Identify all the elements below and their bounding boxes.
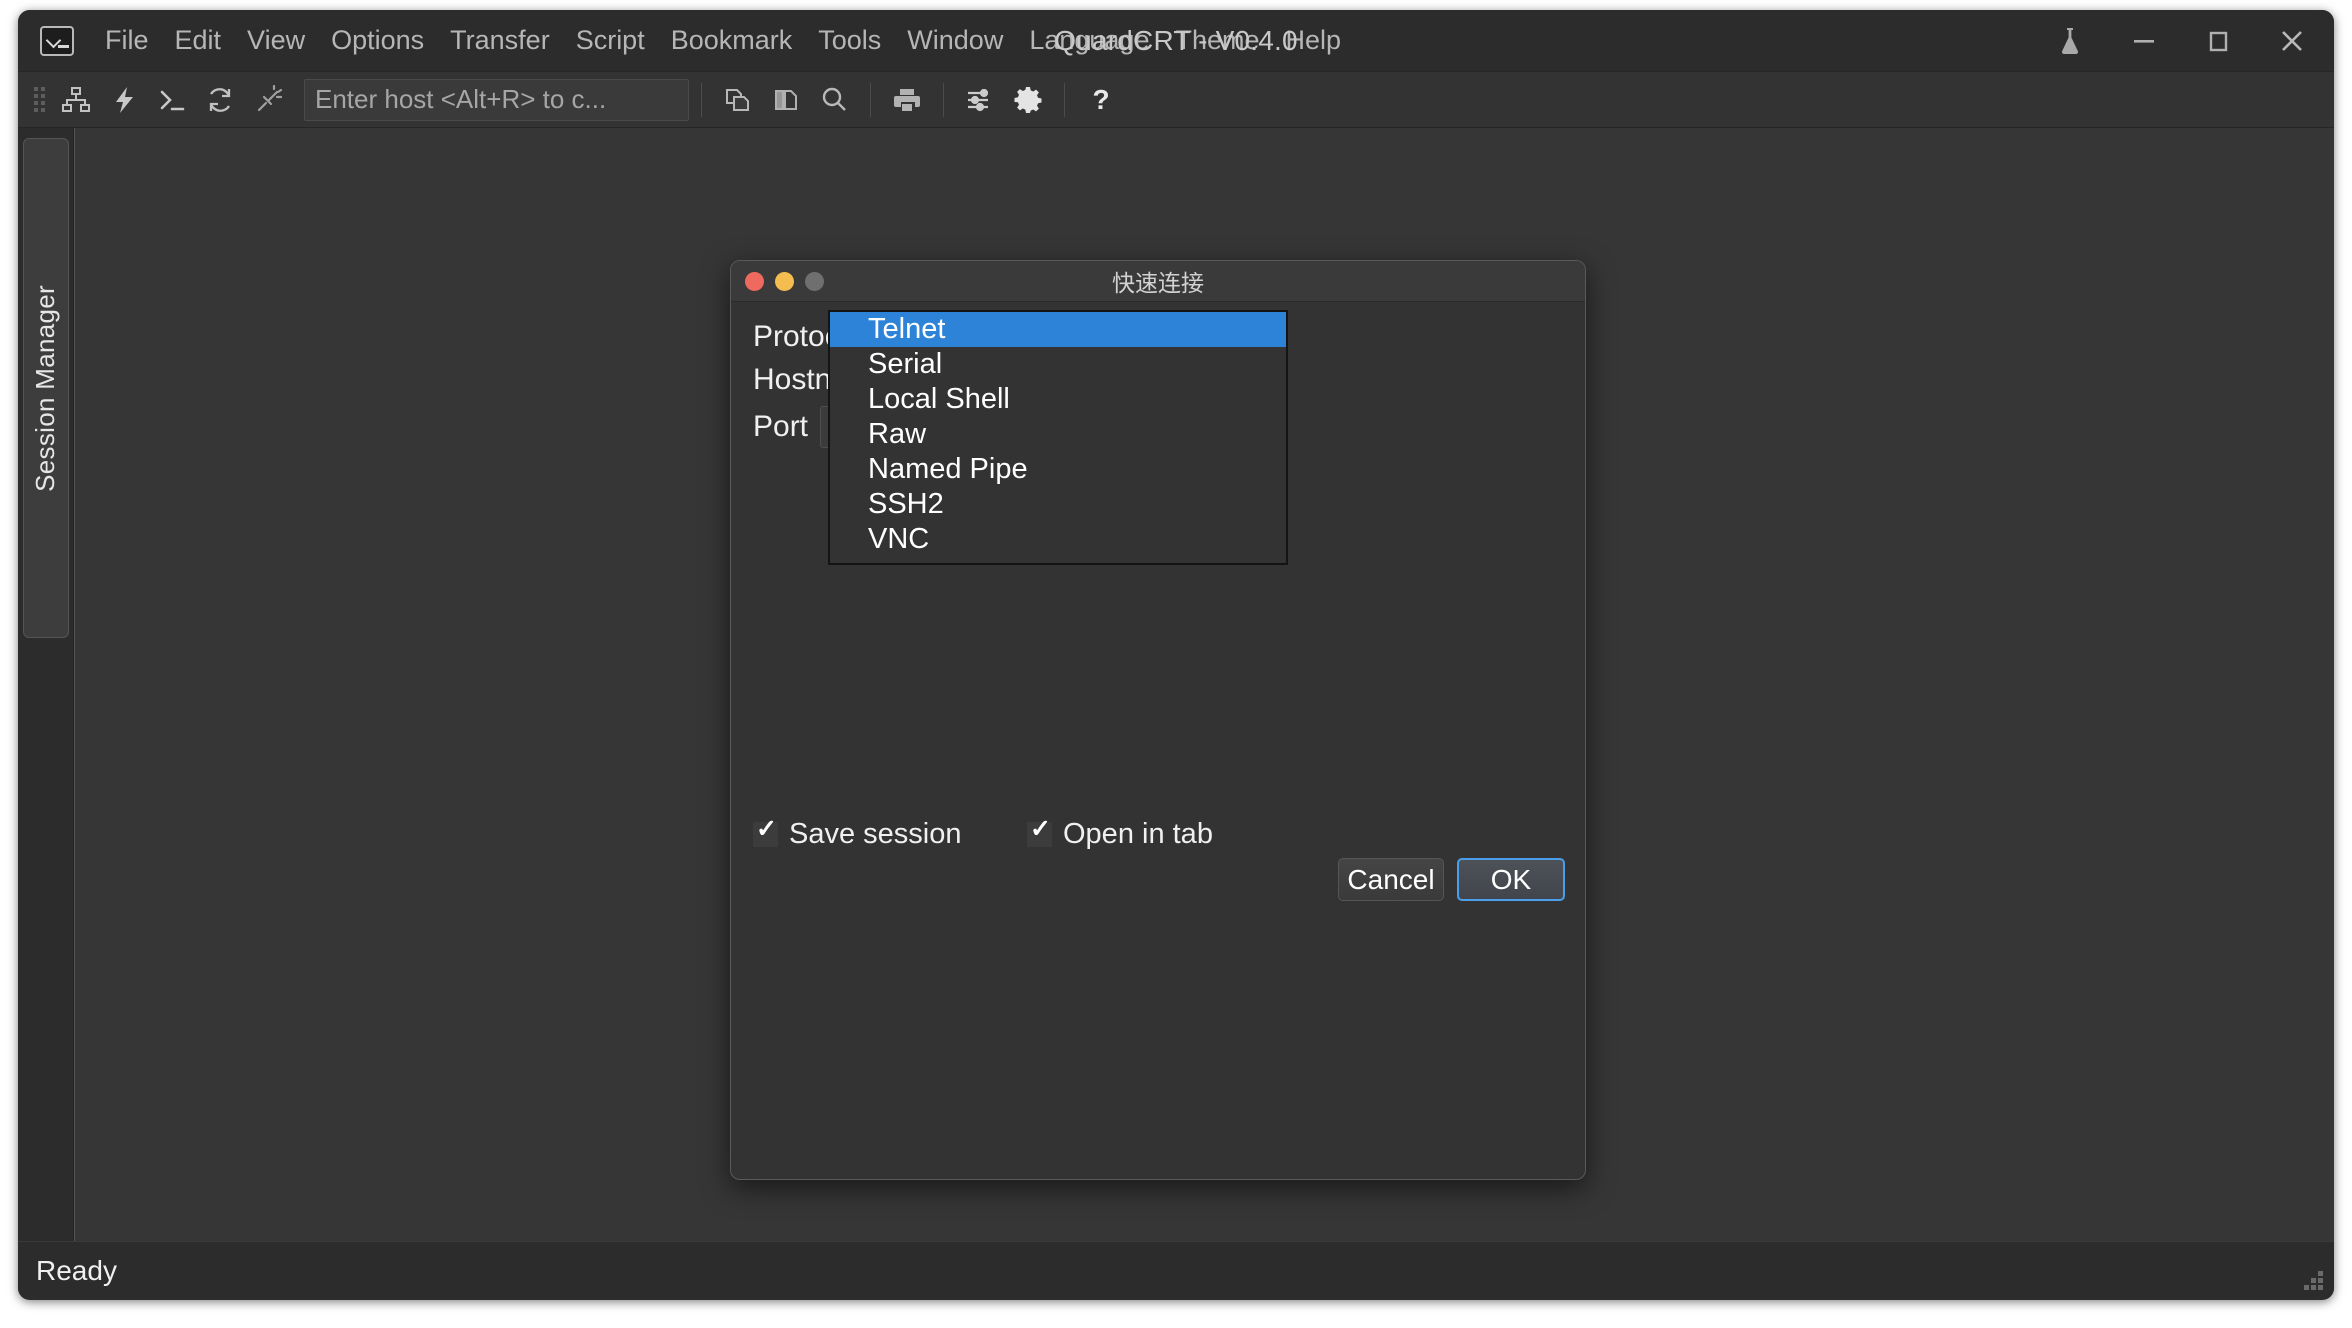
- settings-sliders-icon[interactable]: [958, 78, 1002, 122]
- gear-icon[interactable]: [1006, 78, 1050, 122]
- checkmark-icon[interactable]: [1027, 822, 1052, 847]
- status-bar: Ready: [18, 1241, 2334, 1299]
- open-in-tab-label: Open in tab: [1063, 818, 1213, 851]
- reconnect-icon[interactable]: [198, 78, 242, 122]
- find-icon[interactable]: [812, 78, 856, 122]
- menu-item-bookmark[interactable]: Bookmark: [658, 21, 806, 60]
- ok-button[interactable]: OK: [1457, 858, 1565, 901]
- quick-connect-dialog: 快速连接 Protocol Hostname Port Telnet Seria…: [730, 260, 1586, 1180]
- close-icon[interactable]: [2272, 21, 2312, 61]
- dropdown-option-telnet[interactable]: Telnet: [830, 312, 1286, 347]
- dropdown-option-raw[interactable]: Raw: [830, 417, 1286, 452]
- dropdown-option-local-shell[interactable]: Local Shell: [830, 382, 1286, 417]
- disconnect-icon[interactable]: [246, 78, 290, 122]
- dropdown-option-vnc[interactable]: VNC: [830, 522, 1286, 557]
- menu-item-language[interactable]: Language: [1016, 21, 1162, 60]
- main-area: Session Manager 快速连接 Protocol Hostname: [18, 128, 2334, 1241]
- status-text: Ready: [36, 1255, 117, 1287]
- toolbar-drag-handle[interactable]: [32, 83, 46, 117]
- print-icon[interactable]: [885, 78, 929, 122]
- menu-item-file[interactable]: File: [92, 21, 162, 60]
- window-controls: [2050, 10, 2312, 71]
- terminal-prompt-icon: [40, 26, 74, 56]
- dialog-button-row: Cancel OK: [1338, 858, 1565, 901]
- menu-item-help[interactable]: Help: [1273, 21, 1355, 60]
- maximize-icon[interactable]: [2198, 21, 2238, 61]
- toolbar-separator: [701, 83, 702, 117]
- menu-item-script[interactable]: Script: [563, 21, 658, 60]
- protocol-dropdown-list[interactable]: Telnet Serial Local Shell Raw Named Pipe…: [828, 310, 1288, 565]
- dialog-title: 快速连接: [731, 264, 1585, 298]
- menu-item-theme[interactable]: Theme: [1162, 21, 1272, 60]
- host-input[interactable]: [304, 79, 689, 121]
- dialog-minimize-icon[interactable]: [775, 272, 794, 291]
- menu-item-edit[interactable]: Edit: [162, 21, 235, 60]
- dialog-title-bar: 快速连接: [731, 261, 1585, 302]
- cancel-button[interactable]: Cancel: [1338, 858, 1444, 901]
- dialog-close-icon[interactable]: [745, 272, 764, 291]
- port-label: Port: [753, 410, 808, 444]
- dropdown-option-serial[interactable]: Serial: [830, 347, 1286, 382]
- checkmark-icon[interactable]: [753, 822, 778, 847]
- toolbar-separator-3: [943, 83, 944, 117]
- toolbar-separator-2: [870, 83, 871, 117]
- lab-flask-icon[interactable]: [2050, 21, 2090, 61]
- dialog-zoom-icon[interactable]: [805, 272, 824, 291]
- toolbar-separator-4: [1064, 83, 1065, 117]
- save-session-checkbox-row[interactable]: Save session: [753, 818, 962, 851]
- local-shell-icon[interactable]: [150, 78, 194, 122]
- copy-icon[interactable]: [764, 78, 808, 122]
- toolbar: ?: [18, 72, 2334, 128]
- title-bar: File Edit View Options Transfer Script B…: [18, 10, 2334, 72]
- help-icon[interactable]: ?: [1079, 78, 1123, 122]
- dropdown-option-ssh2[interactable]: SSH2: [830, 487, 1286, 522]
- session-manager-icon[interactable]: [54, 78, 98, 122]
- open-in-tab-checkbox-row[interactable]: Open in tab: [1027, 818, 1213, 851]
- resize-grip[interactable]: [2304, 1271, 2326, 1293]
- sidebar-item-label: Session Manager: [30, 285, 61, 492]
- menu-item-options[interactable]: Options: [318, 21, 437, 60]
- dialog-body: Protocol Hostname Port Telnet Serial Loc…: [731, 302, 1585, 1181]
- menu-item-view[interactable]: View: [234, 21, 318, 60]
- menu-item-tools[interactable]: Tools: [805, 21, 894, 60]
- clone-session-icon[interactable]: [716, 78, 760, 122]
- menu-item-window[interactable]: Window: [894, 21, 1016, 60]
- application-window: File Edit View Options Transfer Script B…: [18, 10, 2334, 1300]
- dialog-window-controls: [745, 272, 824, 291]
- minimize-icon[interactable]: [2124, 21, 2164, 61]
- quick-connect-icon[interactable]: [102, 78, 146, 122]
- svg-text:?: ?: [1092, 85, 1109, 115]
- dropdown-option-named-pipe[interactable]: Named Pipe: [830, 452, 1286, 487]
- menu-item-transfer[interactable]: Transfer: [437, 21, 563, 60]
- save-session-label: Save session: [789, 818, 962, 851]
- menu-bar: File Edit View Options Transfer Script B…: [92, 21, 1354, 60]
- sidebar-item-session-manager[interactable]: Session Manager: [23, 138, 69, 638]
- sidebar-rail: Session Manager: [18, 128, 74, 1241]
